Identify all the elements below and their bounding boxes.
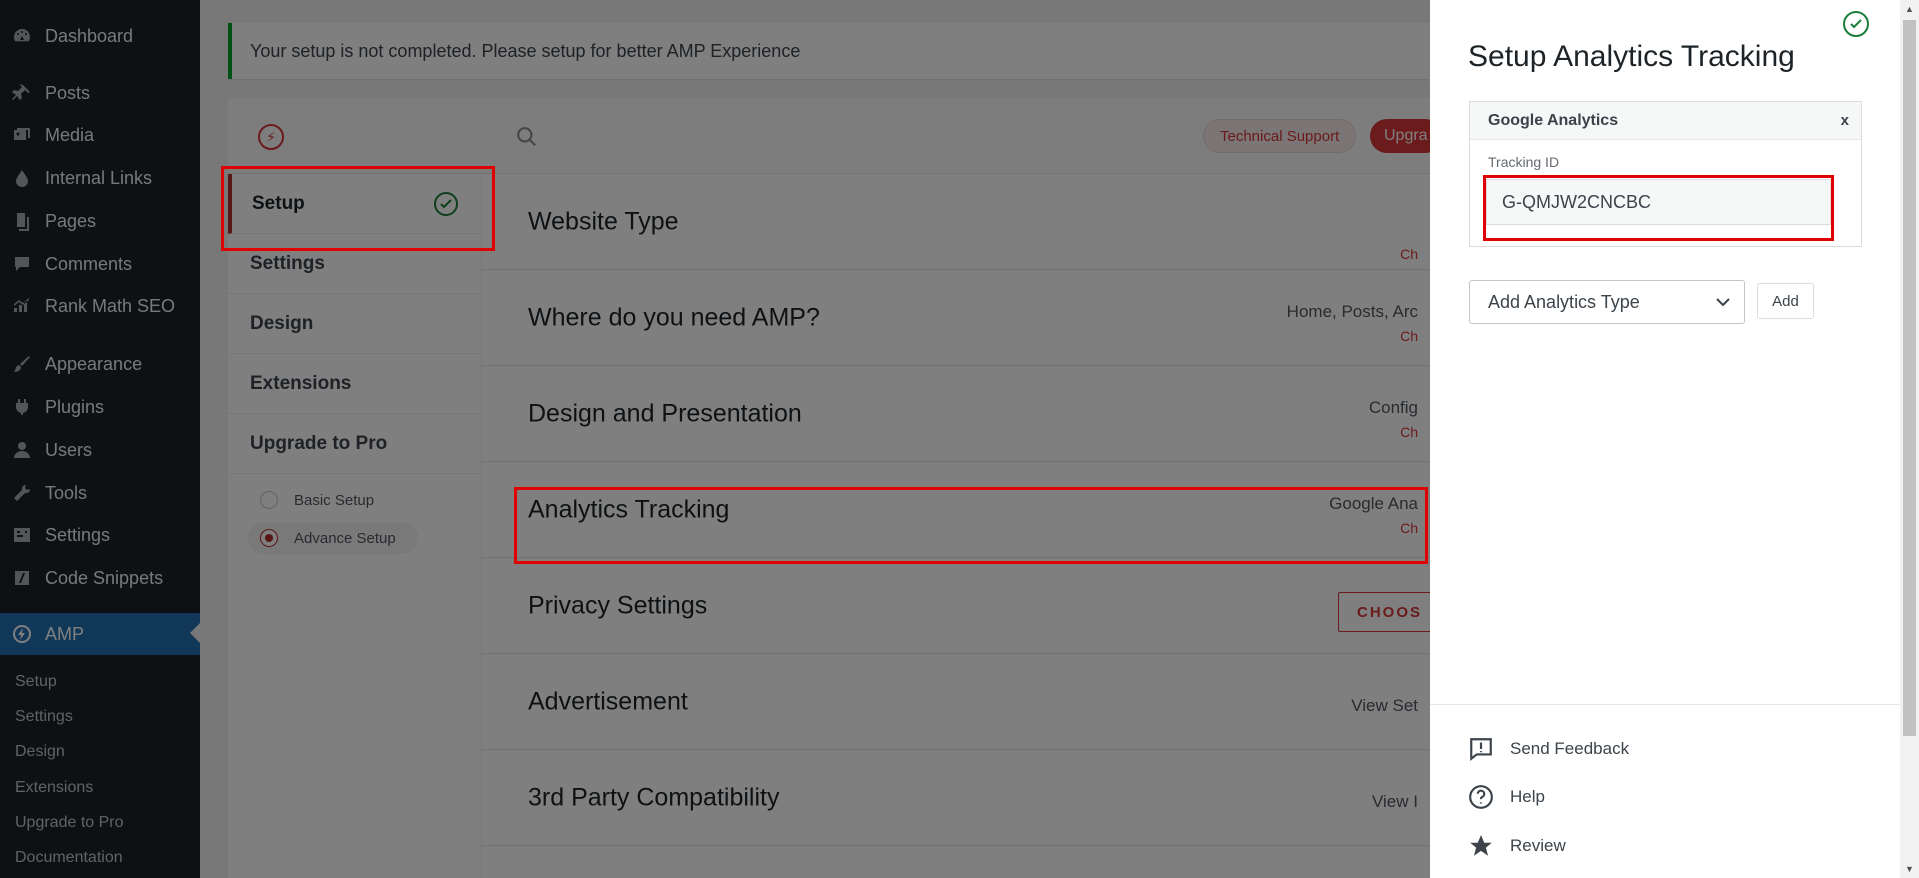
scroll-up-arrow-icon[interactable]: ▲ <box>1905 4 1914 14</box>
page-scrollbar[interactable]: ▲ ▼ <box>1900 0 1919 878</box>
footer-label: Review <box>1510 836 1566 855</box>
footer-label: Send Feedback <box>1510 739 1630 758</box>
drawer-title: Setup Analytics Tracking <box>1468 40 1795 73</box>
footer-label: Help <box>1510 787 1545 806</box>
card-header: Google Analytics x <box>1470 102 1861 140</box>
chevron-down-icon <box>1716 298 1730 307</box>
highlight-setup <box>221 166 495 251</box>
add-button[interactable]: Add <box>1757 283 1814 319</box>
feedback-icon <box>1470 738 1492 762</box>
send-feedback-link[interactable]: Send Feedback <box>1468 734 1629 764</box>
review-link[interactable]: Review <box>1468 831 1566 861</box>
check-circle-icon <box>1843 11 1869 37</box>
modal-overlay[interactable] <box>0 0 1430 878</box>
scrollbar-thumb[interactable] <box>1903 20 1916 736</box>
highlight-analytics-row <box>514 487 1428 564</box>
help-link[interactable]: Help <box>1468 782 1545 812</box>
star-icon <box>1470 835 1492 856</box>
scroll-down-arrow-icon[interactable]: ▼ <box>1905 864 1914 874</box>
tracking-id-label: Tracking ID <box>1488 154 1560 170</box>
card-title: Google Analytics <box>1488 111 1619 129</box>
help-icon <box>1469 785 1493 809</box>
select-value: Add Analytics Type <box>1488 291 1640 312</box>
highlight-tracking-id <box>1483 175 1834 241</box>
add-analytics-type-select[interactable]: Add Analytics Type <box>1469 280 1745 324</box>
drawer-footer: Send Feedback Help Review <box>1430 704 1900 878</box>
analytics-drawer: Setup Analytics Tracking Google Analytic… <box>1430 0 1900 878</box>
close-button[interactable]: x <box>1841 112 1849 129</box>
